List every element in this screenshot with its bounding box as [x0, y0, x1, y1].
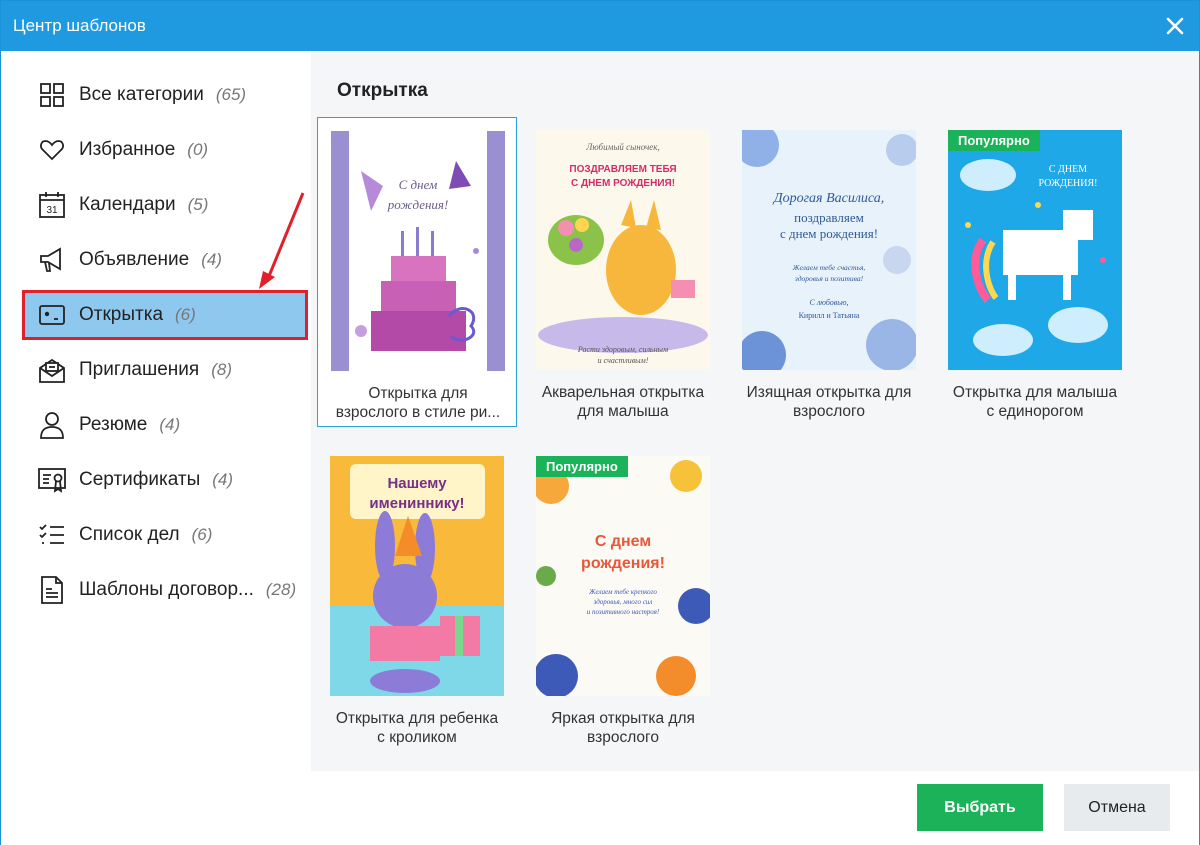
red-arrow-annotation — [259, 192, 305, 289]
template-name: Акварельная открытка для малыша — [541, 384, 705, 420]
svg-text:Расти здоровым, сильным: Расти здоровым, сильным — [577, 345, 668, 354]
close-icon — [1166, 17, 1184, 35]
svg-text:С любовью,: С любовью, — [809, 298, 848, 307]
template-card[interactable]: С днем рождения! Желаем тебе крепкого зд… — [523, 443, 723, 753]
sidebar-item-count: (6) — [191, 525, 213, 544]
template-card[interactable]: Нашему имениннику! Открытка для ребенка с… — [317, 443, 517, 753]
calendar-icon: 31 — [37, 190, 67, 220]
svg-text:и позитивного настроя!: и позитивного настроя! — [587, 608, 660, 616]
svg-text:здоровья, много сил: здоровья, много сил — [593, 598, 653, 606]
megaphone-icon — [37, 245, 67, 275]
svg-text:Желаем тебе счастья,: Желаем тебе счастья, — [792, 263, 866, 272]
sidebar-item-label: Приглашения — [79, 359, 200, 380]
svg-text:здоровья и позитива!: здоровья и позитива! — [794, 274, 864, 283]
sidebar-item-count: (4) — [201, 250, 222, 269]
sidebar-item-invitations[interactable]: Приглашения (8) — [25, 348, 305, 392]
dialog-footer: Выбрать Отмена — [1, 771, 1199, 845]
heart-icon — [37, 135, 67, 165]
template-thumbnail: С днем рождения! Желаем тебе крепкого зд… — [536, 456, 710, 696]
sidebar-item-count: (4) — [212, 470, 234, 489]
document-icon — [37, 575, 67, 605]
sidebar-item-count: (65) — [215, 85, 247, 104]
sidebar-item-label: Объявление — [79, 249, 190, 270]
svg-text:С ДНЕМ РОЖДЕНИЯ!: С ДНЕМ РОЖДЕНИЯ! — [571, 178, 675, 189]
title-bar: Центр шаблонов — [1, 1, 1199, 51]
calendar-icon-number: 31 — [46, 205, 58, 216]
svg-text:Нашему: Нашему — [387, 475, 447, 492]
sidebar-item-label: Календари — [79, 194, 176, 215]
sidebar-item-count: (8) — [211, 360, 232, 379]
svg-text:с днем рождения!: с днем рождения! — [780, 226, 878, 241]
template-name: Открытка для взрослого в стиле ри... — [335, 385, 501, 421]
svg-text:С днем: С днем — [399, 177, 438, 192]
template-card[interactable]: С ДНЕМ РОЖДЕНИЯ! Популярно Открытка для … — [935, 117, 1135, 427]
category-sidebar: Все категории (65) Избранное (0) 31 Кале… — [1, 51, 311, 771]
checklist-icon — [37, 520, 67, 550]
sidebar-item-label: Все категории — [79, 84, 204, 105]
postcard-icon — [37, 300, 67, 330]
svg-text:Кирилл и Татьяна: Кирилл и Татьяна — [799, 311, 860, 320]
svg-text:РОЖДЕНИЯ!: РОЖДЕНИЯ! — [1039, 178, 1098, 189]
sidebar-item-label: Открытка — [79, 304, 164, 325]
template-name: Изящная открытка для взрослого — [746, 384, 912, 420]
svg-text:поздравляем: поздравляем — [794, 210, 864, 225]
template-name: Открытка для ребенка с кроликом — [335, 710, 499, 746]
template-name: Открытка для малыша с единорогом — [952, 384, 1118, 420]
sidebar-item-postcard[interactable]: Открытка (6) — [22, 290, 308, 340]
popular-badge: Популярно — [536, 456, 628, 477]
sidebar-item-todo-list[interactable]: Список дел (6) — [25, 513, 305, 557]
template-thumbnail: Любимый сыночек, ПОЗДРАВЛЯЕМ ТЕБЯ С ДНЕМ… — [536, 130, 710, 370]
sidebar-item-count: (5) — [187, 195, 209, 214]
sidebar-item-all-categories[interactable]: Все категории (65) — [25, 73, 305, 117]
template-name: Яркая открытка для взрослого — [551, 710, 695, 746]
sidebar-item-contract-templates[interactable]: Шаблоны договор... (28) — [25, 568, 305, 612]
svg-text:Дорогая Василиса,: Дорогая Василиса, — [772, 191, 885, 206]
template-card[interactable]: Дорогая Василиса, поздравляем с днем рож… — [729, 117, 929, 427]
window-title: Центр шаблонов — [13, 16, 146, 35]
sidebar-item-label: Шаблоны договор... — [79, 579, 254, 600]
sidebar-item-label: Список дел — [79, 524, 180, 545]
cancel-button[interactable]: Отмена — [1064, 784, 1170, 831]
template-center-dialog: Центр шаблонов Все категории (65) Избран… — [0, 0, 1200, 845]
template-thumbnail: С ДНЕМ РОЖДЕНИЯ! Популярно — [948, 130, 1122, 370]
svg-text:С днем: С днем — [595, 533, 651, 550]
certificate-icon — [37, 465, 67, 495]
svg-text:и счастливым!: и счастливым! — [598, 356, 649, 365]
sidebar-item-count: (0) — [187, 140, 209, 159]
template-thumbnail: Нашему имениннику! — [330, 456, 504, 696]
grid-icon — [37, 80, 67, 110]
template-card[interactable]: С днем рождения! Открытка для взрослого в… — [317, 117, 517, 427]
popular-badge: Популярно — [948, 130, 1040, 151]
svg-text:имениннику!: имениннику! — [369, 495, 464, 512]
sidebar-item-label: Избранное — [79, 139, 176, 160]
svg-text:рождения!: рождения! — [581, 555, 665, 572]
invitation-icon — [37, 355, 67, 385]
sidebar-item-certificates[interactable]: Сертификаты (4) — [25, 458, 305, 502]
template-thumbnail: Дорогая Василиса, поздравляем с днем рож… — [742, 130, 916, 370]
select-button[interactable]: Выбрать — [917, 784, 1043, 831]
sidebar-item-label: Сертификаты — [79, 469, 201, 490]
sidebar-item-count: (6) — [175, 305, 196, 324]
template-thumbnail: С днем рождения! — [331, 131, 505, 371]
template-gallery: Открытка С днем рождения! Открытка для в… — [311, 51, 1199, 771]
sidebar-item-label: Резюме — [79, 414, 148, 435]
sidebar-item-count: (4) — [159, 415, 181, 434]
person-icon — [37, 410, 67, 440]
svg-text:С ДНЕМ: С ДНЕМ — [1049, 164, 1087, 175]
sidebar-item-favorites[interactable]: Избранное (0) — [25, 128, 305, 172]
close-button[interactable] — [1161, 12, 1189, 40]
template-card[interactable]: Любимый сыночек, ПОЗДРАВЛЯЕМ ТЕБЯ С ДНЕМ… — [523, 117, 723, 427]
section-title: Открытка — [337, 80, 428, 101]
svg-text:Любимый сыночек,: Любимый сыночек, — [585, 142, 660, 152]
svg-text:ПОЗДРАВЛЯЕМ ТЕБЯ: ПОЗДРАВЛЯЕМ ТЕБЯ — [569, 164, 676, 175]
svg-text:рождения!: рождения! — [387, 197, 449, 212]
svg-text:Желаем тебе крепкого: Желаем тебе крепкого — [588, 588, 657, 596]
sidebar-item-count: (28) — [265, 580, 297, 599]
sidebar-item-resume[interactable]: Резюме (4) — [25, 403, 305, 447]
